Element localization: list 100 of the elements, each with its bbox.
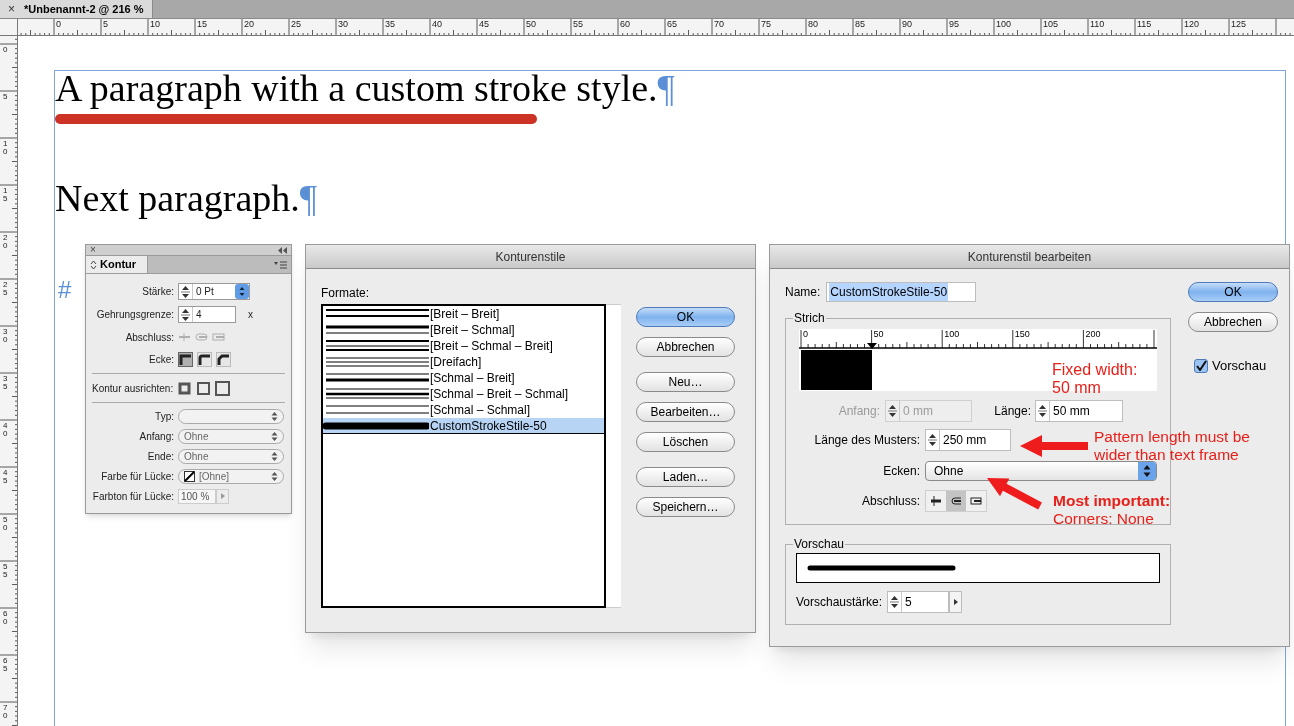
list-item[interactable]: [Schmal – Schmal] (323, 402, 604, 418)
close-button[interactable]: × (90, 245, 96, 255)
list-item[interactable]: CustomStrokeStile-50 (323, 418, 604, 434)
stripe-block (801, 350, 872, 390)
right-triangle-icon (953, 599, 958, 605)
ruler-label: 90 (902, 19, 912, 29)
field-label: Typ: (154, 409, 174, 424)
checkmark-icon (1195, 360, 1207, 372)
list-item[interactable]: [Schmal – Breit] (323, 370, 604, 386)
preview-weight-field[interactable]: 5 (887, 591, 950, 613)
ruler-label: 55 (3, 563, 9, 579)
field-label: Abschluss: (124, 330, 174, 345)
pattern-length-field[interactable]: 250 mm (925, 429, 1011, 451)
panel-menu-icon[interactable] (274, 260, 287, 269)
name-field[interactable]: CustomStrokeStile-50 (826, 282, 977, 302)
ruler-label: 80 (808, 19, 818, 29)
ruler-label: 110 (1090, 19, 1105, 29)
list-item[interactable]: [Schmal – Breit – Schmal] (323, 386, 604, 402)
dialog-button[interactable]: Abbrechen (1188, 312, 1278, 332)
dialog-title: Konturenstil bearbeiten (770, 245, 1289, 269)
stripe-handle[interactable] (867, 343, 877, 349)
dialog-button[interactable]: Laden… (636, 467, 735, 487)
dialog-button[interactable]: Abbrechen (636, 337, 735, 357)
stepper-icon[interactable] (181, 283, 190, 300)
ruler-label: 20 (3, 234, 9, 250)
ruler-label: 45 (479, 19, 489, 29)
list-item[interactable]: [Breit – Schmal] (323, 322, 604, 338)
field-label: Kontur ausrichten: (92, 381, 174, 396)
field-label: Anfang: (837, 403, 880, 420)
ruler-origin[interactable] (0, 19, 18, 36)
ruler-label: 10 (3, 140, 9, 156)
select-dropdown[interactable]: Ohne (178, 448, 284, 464)
ruler-label: 100 (944, 329, 960, 339)
list-item[interactable]: [Breit – Breit] (323, 306, 604, 322)
list-item[interactable]: [Breit – Schmal – Breit] (323, 338, 604, 354)
line-cap-button[interactable] (926, 491, 946, 511)
length-field[interactable]: 50 mm (1035, 400, 1123, 422)
ruler-label: 105 (1043, 19, 1059, 29)
up-down-chevron-icon (90, 259, 97, 270)
tint-field[interactable]: 100 % (178, 488, 216, 504)
stroke-align-icon[interactable] (177, 380, 193, 396)
ruler-label: 55 (573, 19, 583, 29)
field-label: Länge des Musters: (813, 432, 920, 449)
checkbox[interactable] (1194, 358, 1208, 373)
ruler-label: 10 (150, 19, 160, 29)
dialog-button[interactable]: Speichern… (636, 497, 735, 517)
corner-join-button[interactable] (216, 351, 231, 367)
stepper-icon[interactable] (1038, 403, 1047, 419)
ruler-label: 5 (103, 19, 108, 29)
stroke-align-icon[interactable] (196, 380, 212, 396)
ruler-label: 65 (667, 19, 677, 29)
close-button[interactable]: × (8, 3, 15, 15)
line-cap-button[interactable] (966, 491, 986, 511)
ruler-label: 60 (620, 19, 630, 29)
field-label: Abschluss: (860, 493, 920, 510)
dropdown-arrows-icon (1138, 462, 1156, 480)
paragraph-text: A paragraph with a custom stroke style. (55, 66, 658, 110)
stepper-icon[interactable] (928, 432, 937, 448)
dialog-button[interactable]: Neu… (636, 372, 735, 392)
ruler-label: 20 (244, 19, 254, 29)
ruler-label: 30 (338, 19, 348, 29)
corner-join-button[interactable] (178, 351, 193, 367)
dropdown-arrows-icon (271, 410, 278, 422)
ruler-label: 65 (3, 657, 9, 673)
weight-arrow-button[interactable] (949, 591, 963, 613)
ok-button[interactable]: OK (636, 307, 735, 327)
stepper-icon[interactable] (890, 594, 900, 610)
miter-limit-field[interactable]: 4 (178, 306, 236, 323)
checkbox-label: Vorschau (1212, 357, 1267, 375)
select-dropdown[interactable]: [Ohne] (178, 468, 284, 484)
annotation-text: Corners: None (1053, 510, 1154, 528)
ok-button[interactable]: OK (1188, 282, 1278, 302)
dialog-button[interactable]: Bearbeiten… (636, 402, 735, 422)
dropdown-arrows-icon (271, 470, 278, 482)
ruler-label: 50 (3, 516, 9, 532)
line-cap-button[interactable] (946, 491, 966, 511)
right-triangle-icon (220, 493, 225, 499)
list-label: Formate: (321, 285, 370, 302)
list-item[interactable]: [Dreifach] (323, 354, 604, 370)
ruler-label: 95 (949, 19, 959, 29)
annotation-text: Fixed width: 50 mm (1052, 361, 1139, 397)
ruler-label: 30 (3, 328, 9, 344)
pointer-arrow (1020, 435, 1088, 457)
ruler-label: 75 (761, 19, 771, 29)
document-tab[interactable]: × *Unbenannt-2 @ 216 % (0, 0, 153, 18)
stroke-align-icon[interactable] (215, 380, 231, 396)
corner-join-icon (179, 352, 192, 366)
panel-tab[interactable]: Kontur (86, 256, 148, 273)
ruler-label: 60 (3, 610, 9, 626)
tab-title: *Unbenannt-2 @ 216 % (24, 1, 144, 17)
field-label: Vorschaustärke: (796, 594, 883, 611)
ruler-label: 85 (855, 19, 865, 29)
corners-dropdown[interactable]: Ohne (925, 461, 1157, 481)
stepper-icon[interactable] (181, 306, 190, 323)
dialog-button[interactable]: Löschen (636, 432, 735, 452)
collapse-icon[interactable] (278, 246, 287, 254)
corner-join-button[interactable] (197, 351, 212, 367)
weight-field[interactable]: 0 Pt (178, 283, 250, 300)
select-dropdown[interactable]: Ohne (178, 428, 284, 444)
pilcrow-mark: ¶ (299, 176, 317, 220)
